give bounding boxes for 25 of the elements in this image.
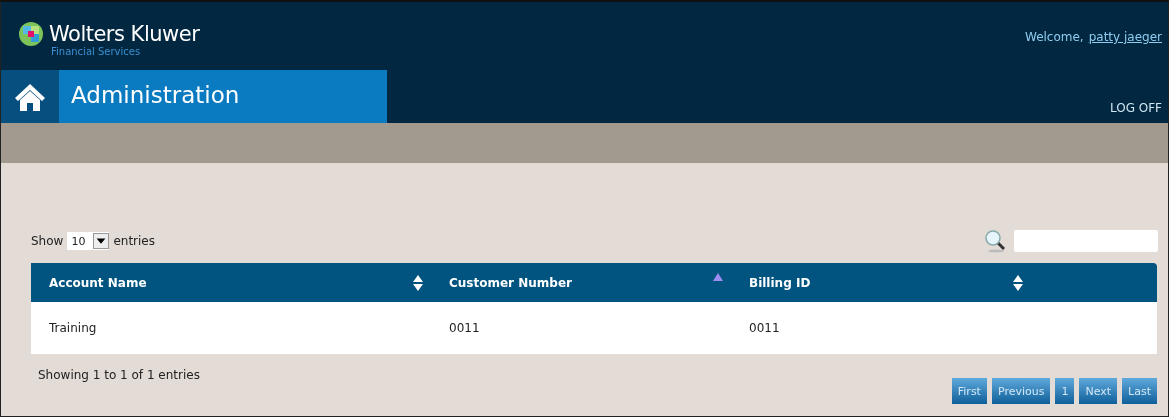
log-off-link[interactable]: LOG OFF bbox=[1109, 101, 1168, 123]
caret-icon bbox=[93, 233, 110, 249]
table-cell: 0011 bbox=[731, 302, 1031, 354]
entries-label: entries bbox=[113, 234, 155, 248]
table-cell: 0011 bbox=[431, 302, 731, 354]
column-header[interactable]: Billing ID bbox=[749, 275, 811, 290]
sort-icon[interactable] bbox=[413, 274, 423, 291]
brand-name: Wolters Kluwer bbox=[49, 22, 200, 46]
table-cell: Training bbox=[31, 302, 431, 354]
home-button[interactable] bbox=[1, 70, 59, 123]
home-icon bbox=[14, 81, 46, 112]
sort-ascending-icon[interactable] bbox=[713, 273, 723, 281]
welcome-text: Welcome, bbox=[1024, 30, 1084, 44]
column-header[interactable]: Account Name bbox=[49, 275, 147, 290]
column-header[interactable]: Customer Number bbox=[449, 275, 572, 290]
entries-select[interactable]: 10 bbox=[67, 232, 110, 250]
search-icon bbox=[984, 229, 1008, 253]
page-title: Administration bbox=[59, 70, 387, 123]
table-info: Showing 1 to 1 of 1 entries bbox=[37, 368, 200, 382]
brand-subtitle: Financial Services bbox=[51, 46, 142, 57]
user-link[interactable]: patty jaeger bbox=[1088, 30, 1162, 44]
logo-icon bbox=[19, 22, 43, 46]
search-field[interactable] bbox=[1014, 230, 1158, 252]
show-label: Show bbox=[31, 234, 64, 248]
sort-icon[interactable] bbox=[1013, 274, 1023, 291]
